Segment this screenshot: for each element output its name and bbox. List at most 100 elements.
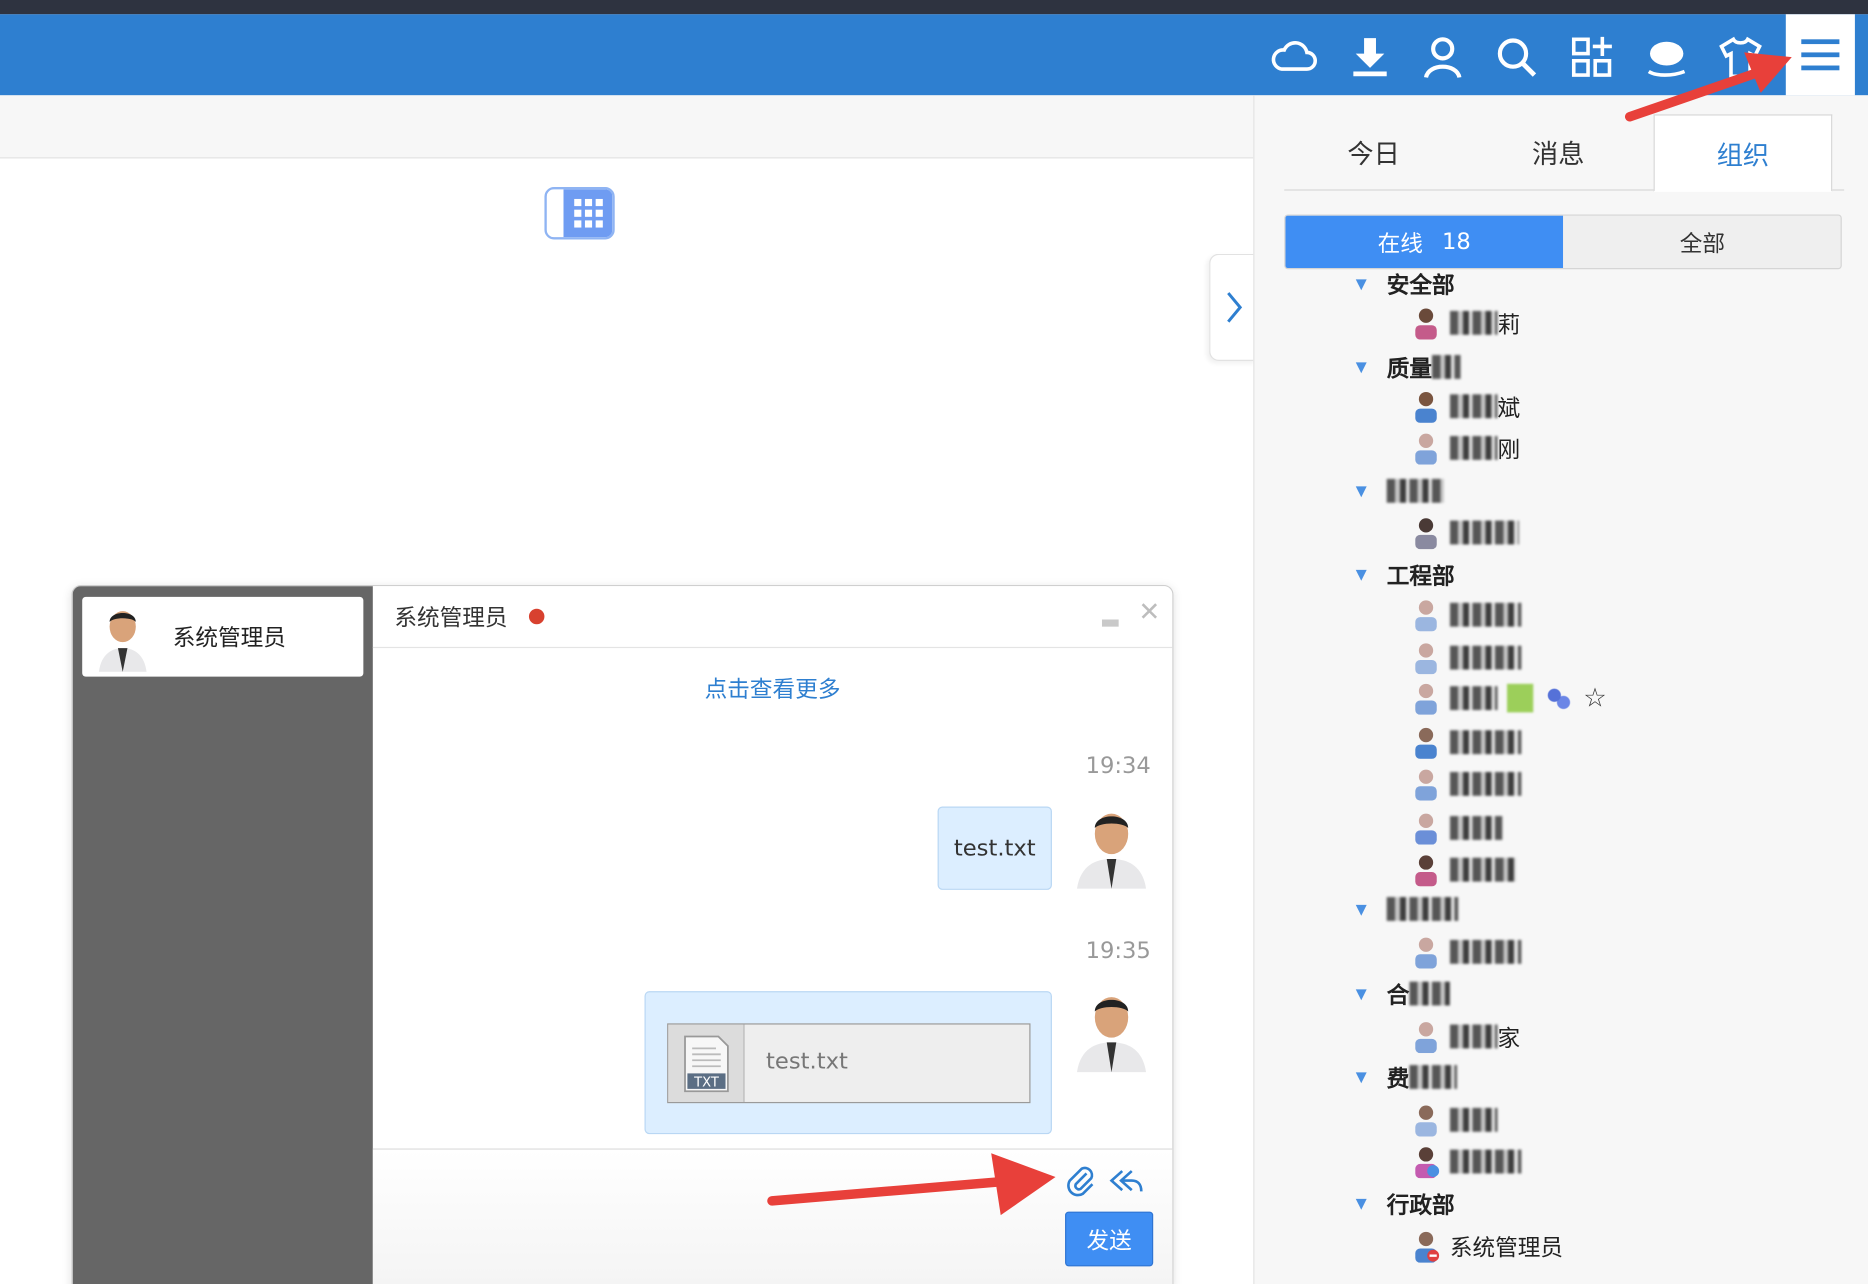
window-top-strip	[0, 0, 1868, 15]
member-row[interactable]	[1412, 515, 1519, 551]
caret-down-icon: ▼	[1355, 482, 1367, 500]
chat-bubble-icon[interactable]	[1639, 31, 1691, 83]
member-avatar-icon	[1415, 683, 1437, 715]
member-row[interactable]: 刚	[1412, 430, 1520, 466]
file-message-bubble: TXT test.txt	[644, 991, 1052, 1135]
file-name: test.txt	[766, 1048, 848, 1075]
member-row[interactable]: ☆	[1412, 680, 1607, 716]
send-button[interactable]: 发送	[1065, 1211, 1154, 1267]
online-count: 18	[1441, 228, 1471, 255]
member-row[interactable]	[1412, 766, 1522, 802]
caret-down-icon: ▼	[1355, 565, 1367, 583]
dept-row[interactable]: ▼ 安全部	[1356, 272, 1455, 301]
caret-down-icon: ▼	[1355, 900, 1367, 918]
dept-row[interactable]: ▼ 合	[1356, 977, 1450, 1010]
member-avatar-icon	[1415, 433, 1437, 465]
star-icon[interactable]: ☆	[1583, 683, 1607, 713]
menu-icon	[1801, 39, 1840, 71]
dept-row[interactable]: ▼ 质量	[1356, 350, 1461, 383]
dept-row[interactable]: ▼	[1356, 474, 1444, 507]
dept-row[interactable]: ▼ 工程部	[1356, 558, 1455, 591]
member-row[interactable]	[1412, 1102, 1498, 1138]
avatar	[98, 610, 147, 672]
contact-item[interactable]: 系统管理员	[82, 596, 364, 677]
member-row[interactable]: 系统管理员	[1412, 1228, 1563, 1264]
org-tree: ▼ 安全部 莉 ▼ 质量 斌 刚 ▼ ▼ 工程部 ☆ ▼ ▼ 合 家 ▼ 费 ▼ 行政部 系…	[1254, 272, 1868, 1284]
chevron-right-icon	[1226, 292, 1242, 323]
conversation-header: 系统管理员 ✕	[372, 586, 1173, 649]
search-icon[interactable]	[1490, 31, 1542, 83]
org-panel: 今日 消息 组织 在线 18 全部 ▼ 安全部 莉 ▼ 质量 斌 刚 ▼ ▼ 工程部 …	[1253, 95, 1868, 1284]
conversation-pane: 系统管理员 ✕ 点击查看更多 19:34 test.txt 19:35 TXT …	[372, 586, 1173, 1284]
status-badge	[1507, 683, 1534, 713]
member-avatar-icon	[1415, 769, 1437, 801]
view-toggle[interactable]	[544, 187, 615, 240]
compose-area[interactable]: 发送	[372, 1148, 1173, 1284]
online-label: 在线	[1377, 230, 1423, 257]
all-filter-button[interactable]: 全部	[1563, 216, 1841, 268]
member-avatar-icon	[1415, 1022, 1437, 1054]
apps-icon[interactable]	[1565, 31, 1617, 83]
contact-name: 系统管理员	[172, 625, 286, 652]
collapse-panel-button[interactable]	[1209, 253, 1257, 361]
member-row[interactable]	[1412, 810, 1503, 846]
minimize-button[interactable]	[1101, 619, 1119, 627]
chat-window: 系统管理员 系统管理员 ✕ 点击查看更多 19:34 test.txt 19:3…	[71, 584, 1174, 1284]
online-filter-button[interactable]: 在线 18	[1285, 215, 1564, 269]
member-row[interactable]	[1412, 852, 1517, 888]
conversation-title: 系统管理员	[394, 605, 508, 632]
svg-text:TXT: TXT	[692, 1075, 719, 1090]
member-row[interactable]	[1412, 1144, 1522, 1180]
close-icon[interactable]: ✕	[1138, 598, 1160, 628]
dept-row[interactable]: ▼ 行政部	[1356, 1187, 1455, 1220]
load-more-link[interactable]: 点击查看更多	[373, 672, 1172, 704]
message-bubble[interactable]: test.txt	[937, 806, 1052, 890]
dept-row[interactable]: ▼	[1355, 892, 1459, 925]
tab-messages[interactable]: 消息	[1469, 114, 1648, 190]
tshirt-icon[interactable]	[1714, 31, 1766, 83]
paperclip-icon[interactable]	[1063, 1164, 1096, 1197]
member-avatar-icon	[1415, 600, 1437, 632]
dept-row[interactable]: ▼ 费	[1355, 1060, 1458, 1093]
txt-file-icon: TXT	[668, 1024, 745, 1102]
user-icon[interactable]	[1416, 31, 1468, 83]
member-row[interactable]: 莉	[1412, 305, 1520, 341]
caret-down-icon: ▼	[1355, 275, 1367, 292]
file-attachment[interactable]: TXT test.txt	[667, 1023, 1031, 1104]
member-avatar-icon	[1415, 727, 1437, 759]
top-toolbar	[0, 14, 1868, 96]
member-row[interactable]: 家	[1412, 1019, 1520, 1055]
cloud-icon[interactable]	[1268, 31, 1320, 83]
presence-filter: 在线 18 全部	[1284, 214, 1842, 270]
chat-contact-list: 系统管理员	[72, 586, 373, 1284]
download-icon[interactable]	[1344, 31, 1396, 83]
caret-down-icon: ▼	[1355, 358, 1367, 376]
app-root: 今日 消息 组织 在线 18 全部 ▼ 安全部 莉 ▼ 质量 斌 刚 ▼ ▼ 工程部 …	[0, 0, 1868, 1284]
member-row[interactable]	[1412, 934, 1522, 970]
member-row[interactable]	[1412, 640, 1522, 676]
member-avatar-icon	[1415, 1105, 1437, 1137]
member-row[interactable]: 斌	[1412, 388, 1520, 424]
caret-down-icon: ▼	[1355, 1068, 1367, 1086]
member-avatar-icon	[1415, 518, 1437, 550]
presence-dot	[528, 608, 545, 625]
member-avatar-icon	[1415, 308, 1437, 340]
caret-down-icon: ▼	[1355, 985, 1367, 1002]
tab-today[interactable]: 今日	[1284, 114, 1463, 190]
member-row[interactable]	[1412, 597, 1522, 633]
sub-toolbar	[0, 95, 1254, 159]
grid-icon	[563, 189, 613, 238]
tab-organization[interactable]: 组织	[1653, 114, 1833, 192]
message-timestamp: 19:35	[1085, 937, 1151, 964]
message-timestamp: 19:34	[1085, 752, 1151, 780]
avatar	[1076, 813, 1147, 889]
reply-all-icon[interactable]	[1108, 1164, 1144, 1197]
member-avatar-icon	[1415, 937, 1437, 969]
member-row[interactable]	[1412, 724, 1522, 760]
caret-down-icon: ▼	[1355, 1194, 1367, 1212]
menu-button[interactable]	[1785, 14, 1855, 96]
member-avatar-icon	[1415, 1147, 1440, 1179]
member-avatar-icon	[1415, 855, 1437, 887]
member-avatar-icon	[1415, 1231, 1440, 1263]
panel-tabs: 今日 消息 组织	[1284, 114, 1845, 192]
